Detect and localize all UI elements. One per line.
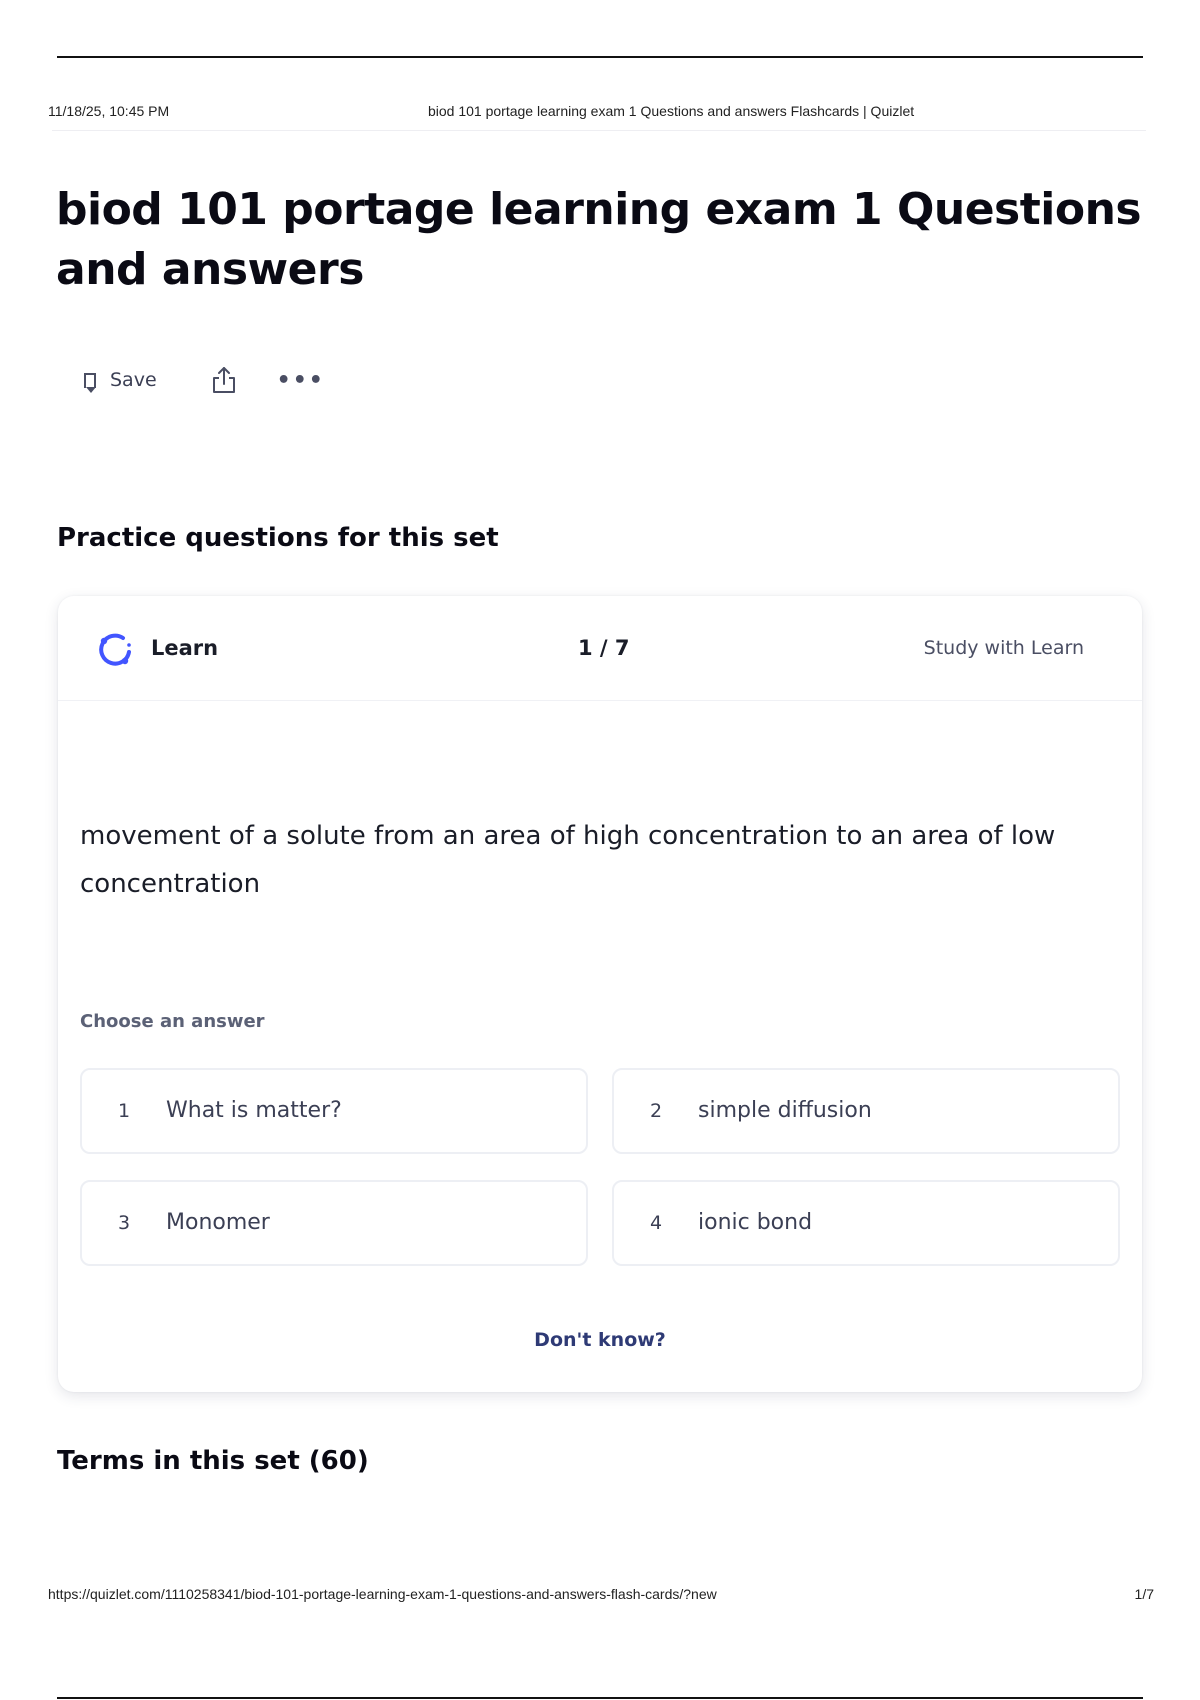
practice-question-card: Learn 1 / 7 Study with Learn movement of… [58, 596, 1142, 1392]
print-datetime: 11/18/25, 10:45 PM [48, 103, 170, 119]
share-icon [212, 367, 235, 393]
learn-mode-label: Learn [151, 636, 219, 660]
learn-mode-icon [99, 633, 131, 666]
header-divider [52, 130, 1146, 131]
bookmark-icon [84, 372, 96, 393]
question-progress: 1 / 7 [578, 636, 630, 660]
answer-option-4[interactable]: 4 ionic bond [612, 1180, 1120, 1266]
question-prompt: movement of a solute from an area of hig… [80, 821, 1056, 899]
dont-know-button[interactable]: Don't know? [58, 1329, 1142, 1351]
share-button[interactable] [211, 365, 237, 395]
answer-option-text: simple diffusion [698, 1098, 872, 1123]
save-button[interactable]: Save [84, 369, 157, 393]
answer-option-text: What is matter? [166, 1098, 342, 1123]
set-actions-toolbar: Save ••• [84, 360, 325, 400]
more-options-icon: ••• [276, 367, 325, 393]
practice-questions-heading: Practice questions for this set [57, 523, 499, 553]
save-button-label: Save [110, 369, 157, 391]
print-header: 11/18/25, 10:45 PM biod 101 portage lear… [48, 103, 1148, 121]
terms-heading: Terms in this set (60) [57, 1446, 369, 1476]
answer-option-number: 2 [650, 1100, 663, 1122]
study-with-learn-link[interactable]: Study with Learn [924, 637, 1084, 659]
answer-option-number: 4 [650, 1212, 663, 1234]
answer-option-text: Monomer [166, 1210, 270, 1235]
print-footer: https://quizlet.com/1110258341/biod-101-… [48, 1586, 1154, 1604]
choose-answer-label: Choose an answer [80, 1011, 265, 1032]
print-url: https://quizlet.com/1110258341/biod-101-… [48, 1586, 717, 1602]
print-document-title: biod 101 portage learning exam 1 Questio… [428, 103, 915, 119]
answer-option-1[interactable]: 1 What is matter? [80, 1068, 588, 1154]
answer-option-3[interactable]: 3 Monomer [80, 1180, 588, 1266]
more-options-button[interactable]: ••• [277, 368, 325, 393]
answer-option-text: ionic bond [698, 1210, 813, 1235]
print-page-number: 1/7 [1134, 1586, 1154, 1602]
practice-card-header: Learn 1 / 7 Study with Learn [58, 596, 1142, 701]
bottom-rule [57, 1697, 1143, 1699]
page-title: biod 101 portage learning exam 1 Questio… [56, 184, 1142, 295]
answer-option-number: 1 [118, 1100, 131, 1122]
answer-option-2[interactable]: 2 simple diffusion [612, 1068, 1120, 1154]
top-rule [57, 56, 1143, 58]
answer-option-number: 3 [118, 1212, 131, 1234]
